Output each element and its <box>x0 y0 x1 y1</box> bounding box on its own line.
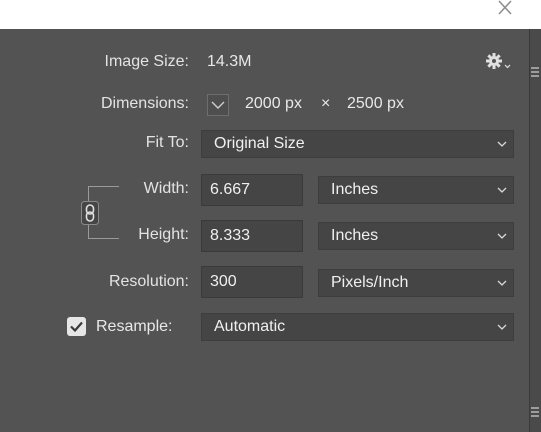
width-input[interactable]: 6.667 <box>201 174 303 206</box>
chevron-down-icon <box>211 101 225 109</box>
chevron-down-icon <box>497 187 507 193</box>
resample-select[interactable]: Automatic <box>201 313 514 341</box>
image-size-value: 14.3M <box>207 53 252 70</box>
height-input[interactable]: 8.333 <box>201 220 303 252</box>
resample-selected: Automatic <box>214 318 286 335</box>
grip-icon <box>531 407 539 417</box>
height-unit-select[interactable]: Inches <box>318 222 514 250</box>
width-unit-select[interactable]: Inches <box>318 176 514 204</box>
dimensions-height: 2500 px <box>347 95 404 112</box>
chevron-down-icon <box>497 280 507 286</box>
resolution-label: Resolution: <box>108 273 189 290</box>
fit-to-label: Fit To: <box>145 134 189 151</box>
width-unit: Inches <box>331 181 379 198</box>
panel-right-edge <box>529 29 541 432</box>
title-bar <box>0 0 541 29</box>
link-icon[interactable] <box>81 201 99 225</box>
grip-icon <box>531 67 539 77</box>
fit-to-select[interactable]: Original Size <box>201 130 514 158</box>
chevron-down-icon <box>497 141 507 147</box>
height-unit: Inches <box>331 227 379 244</box>
dimensions-width: 2000 px <box>245 95 302 112</box>
image-size-label: Image Size: <box>104 53 189 70</box>
resample-checkbox[interactable] <box>67 317 86 336</box>
width-label: Width: <box>143 180 189 197</box>
gear-icon[interactable] <box>486 53 512 71</box>
resolution-unit-select[interactable]: Pixels/Inch <box>318 269 514 297</box>
dimensions-units-toggle[interactable] <box>207 94 229 116</box>
close-icon[interactable] <box>496 0 514 16</box>
dimensions-label: Dimensions: <box>100 95 189 112</box>
resolution-unit: Pixels/Inch <box>331 274 409 291</box>
dimensions-separator: × <box>321 95 331 112</box>
checkmark-icon <box>70 321 83 333</box>
resolution-input[interactable]: 300 <box>201 266 303 298</box>
constrain-bracket-top <box>88 186 119 201</box>
fit-to-selected: Original Size <box>214 135 305 152</box>
resample-label: Resample: <box>96 318 173 335</box>
constrain-bracket-bottom <box>88 224 119 239</box>
chevron-down-icon <box>497 233 507 239</box>
chevron-down-icon <box>497 324 507 330</box>
height-label: Height: <box>138 226 189 243</box>
